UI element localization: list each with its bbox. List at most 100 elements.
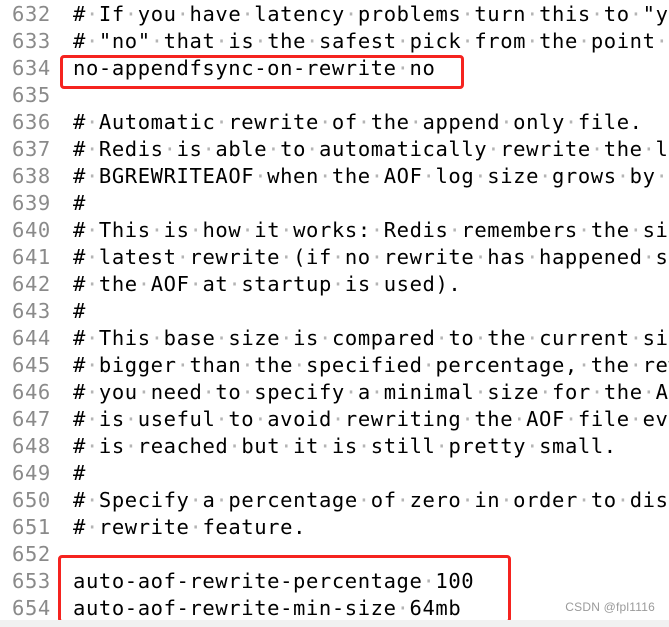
whitespace-marker: · bbox=[85, 488, 99, 512]
whitespace-marker: · bbox=[435, 434, 449, 458]
whitespace-marker: · bbox=[280, 434, 294, 458]
line-number: 632 bbox=[12, 2, 51, 26]
line-number: 640 bbox=[12, 218, 51, 242]
whitespace-marker: · bbox=[241, 2, 255, 26]
whitespace-marker: · bbox=[163, 137, 177, 161]
line-number: 634 bbox=[12, 56, 51, 80]
whitespace-marker: · bbox=[461, 29, 475, 53]
whitespace-marker: · bbox=[85, 326, 99, 350]
whitespace-marker: · bbox=[331, 272, 345, 296]
line-text: #·is·reached·but·it·is·still·pretty·smal… bbox=[73, 434, 617, 458]
line-number: 650 bbox=[12, 488, 51, 512]
whitespace-marker: · bbox=[85, 164, 99, 188]
horizontal-scrollbar-track[interactable] bbox=[0, 620, 669, 627]
whitespace-marker: · bbox=[189, 218, 203, 242]
whitespace-marker: · bbox=[616, 488, 630, 512]
whitespace-marker: · bbox=[228, 272, 242, 296]
whitespace-marker: · bbox=[344, 2, 358, 26]
line-number: 641 bbox=[12, 245, 51, 269]
line-number: 646 bbox=[12, 380, 51, 404]
whitespace-marker: · bbox=[150, 218, 164, 242]
line-text: #·Redis·is·able·to·automatically·rewrite… bbox=[73, 137, 669, 161]
whitespace-marker: · bbox=[526, 326, 540, 350]
whitespace-marker: · bbox=[474, 245, 488, 269]
whitespace-marker: · bbox=[318, 164, 332, 188]
whitespace-marker: · bbox=[85, 2, 99, 26]
line-number: 636 bbox=[12, 110, 51, 134]
whitespace-marker: · bbox=[500, 110, 514, 134]
whitespace-marker: · bbox=[331, 245, 345, 269]
whitespace-marker: · bbox=[539, 380, 553, 404]
whitespace-marker: · bbox=[124, 407, 138, 431]
line-text: # bbox=[73, 191, 86, 215]
highlight-box-appendfsync bbox=[60, 55, 464, 89]
whitespace-marker: · bbox=[318, 110, 332, 134]
whitespace-marker: · bbox=[85, 353, 99, 377]
line-number: 644 bbox=[12, 326, 51, 350]
line-number: 654 bbox=[12, 596, 51, 620]
whitespace-marker: · bbox=[189, 488, 203, 512]
whitespace-marker: · bbox=[215, 29, 229, 53]
whitespace-marker: · bbox=[357, 110, 371, 134]
line-number: 638 bbox=[12, 164, 51, 188]
whitespace-marker: · bbox=[176, 353, 190, 377]
whitespace-marker: · bbox=[461, 2, 475, 26]
line-number: 642 bbox=[12, 272, 51, 296]
whitespace-marker: · bbox=[267, 137, 281, 161]
whitespace-marker: · bbox=[202, 137, 216, 161]
whitespace-marker: · bbox=[590, 2, 604, 26]
whitespace-marker: · bbox=[280, 218, 294, 242]
highlight-box-auto-aof-rewrite bbox=[58, 555, 511, 623]
whitespace-marker: · bbox=[616, 164, 630, 188]
whitespace-marker: · bbox=[370, 164, 384, 188]
line-text: #·is·useful·to·avoid·rewriting·the·AOF·f… bbox=[73, 407, 669, 431]
whitespace-marker: · bbox=[396, 29, 410, 53]
whitespace-marker: · bbox=[280, 326, 294, 350]
whitespace-marker: · bbox=[85, 380, 99, 404]
whitespace-marker: · bbox=[306, 29, 319, 53]
whitespace-marker: · bbox=[254, 29, 268, 53]
whitespace-marker: · bbox=[370, 380, 384, 404]
line-number: 635 bbox=[12, 83, 51, 107]
whitespace-marker: · bbox=[448, 218, 462, 242]
line-number: 648 bbox=[12, 434, 51, 458]
line-text: # bbox=[73, 461, 86, 485]
whitespace-marker: · bbox=[461, 488, 475, 512]
whitespace-marker: · bbox=[85, 272, 99, 296]
whitespace-marker: · bbox=[85, 515, 99, 539]
whitespace-marker: · bbox=[241, 380, 255, 404]
whitespace-marker: · bbox=[85, 29, 99, 53]
line-number: 643 bbox=[12, 299, 51, 323]
line-text: #·"no"·that·is·the·safest·pick·from·the·… bbox=[73, 29, 669, 53]
whitespace-marker: · bbox=[137, 272, 151, 296]
whitespace-marker: · bbox=[85, 434, 99, 458]
whitespace-marker: · bbox=[629, 407, 643, 431]
whitespace-marker: · bbox=[629, 353, 643, 377]
whitespace-marker: · bbox=[202, 380, 216, 404]
whitespace-marker: · bbox=[409, 110, 423, 134]
whitespace-marker: · bbox=[629, 218, 643, 242]
whitespace-marker: · bbox=[150, 29, 164, 53]
whitespace-marker: · bbox=[280, 245, 294, 269]
whitespace-marker: · bbox=[577, 218, 591, 242]
whitespace-marker: · bbox=[254, 407, 268, 431]
line-text: #·Specify·a·percentage·of·zero·in·order·… bbox=[73, 488, 669, 512]
line-text: #·bigger·than·the·specified·percentage,·… bbox=[73, 353, 669, 377]
whitespace-marker: · bbox=[513, 407, 527, 431]
whitespace-marker: · bbox=[357, 434, 371, 458]
whitespace-marker: · bbox=[85, 110, 99, 134]
whitespace-marker: · bbox=[474, 164, 488, 188]
whitespace-marker: · bbox=[370, 218, 384, 242]
whitespace-marker: · bbox=[318, 434, 332, 458]
whitespace-marker: · bbox=[526, 434, 540, 458]
whitespace-marker: · bbox=[526, 245, 540, 269]
whitespace-marker: · bbox=[124, 2, 138, 26]
line-number: 647 bbox=[12, 407, 51, 431]
whitespace-marker: · bbox=[215, 488, 229, 512]
whitespace-marker: · bbox=[564, 110, 578, 134]
whitespace-marker: · bbox=[85, 137, 99, 161]
watermark: CSDN @fpl1116 bbox=[565, 600, 655, 614]
whitespace-marker: · bbox=[655, 164, 669, 188]
code-editor[interactable]: 632 #·If·you·have·latency·problems·turn·t… bbox=[0, 0, 669, 620]
whitespace-marker: · bbox=[564, 407, 578, 431]
